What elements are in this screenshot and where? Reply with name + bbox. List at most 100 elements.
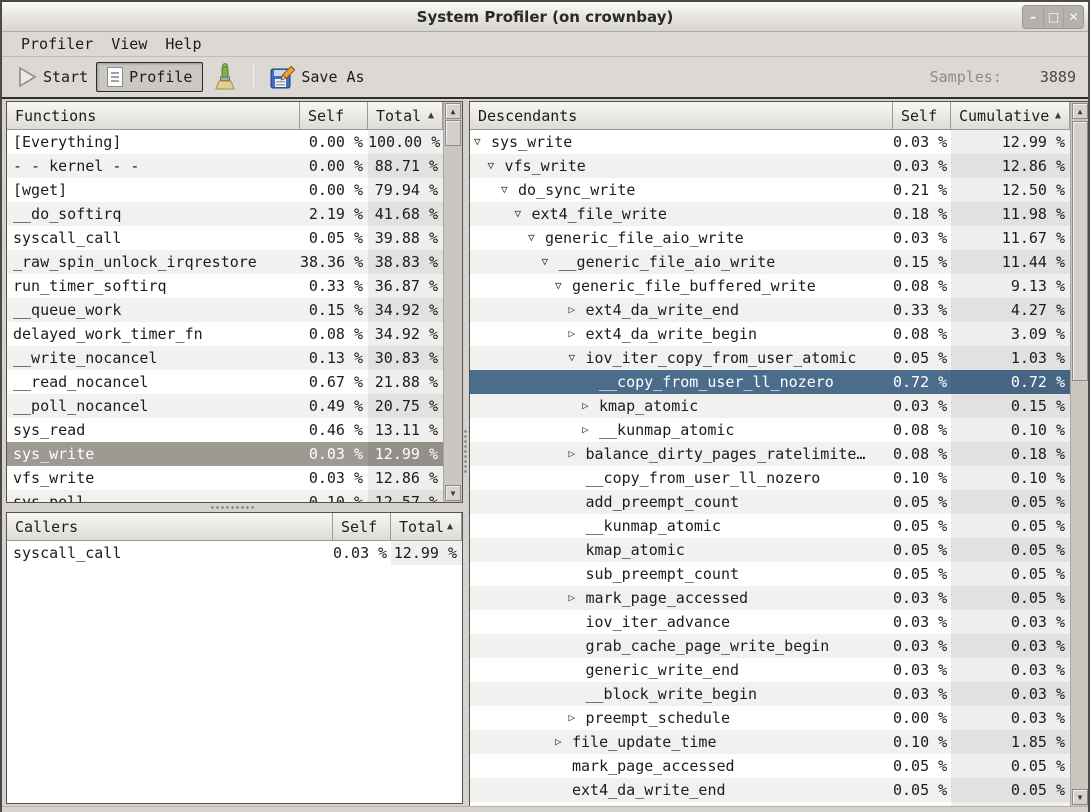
- expander-icon[interactable]: ▷: [569, 706, 576, 730]
- cell-value: 38.83 %: [368, 250, 443, 274]
- expander-icon[interactable]: ▽: [555, 274, 562, 298]
- table-row[interactable]: ▷ext4_da_write_end0.33 %4.27 %: [470, 298, 1070, 322]
- functions-scrollbar[interactable]: ▲ ▼: [443, 102, 462, 502]
- save-as-button[interactable]: Save As: [262, 61, 372, 94]
- table-row[interactable]: add_preempt_count0.05 %0.05 %: [470, 490, 1070, 514]
- table-row[interactable]: grab_cache_page_write_begin0.03 %0.03 %: [470, 634, 1070, 658]
- expander-icon[interactable]: ▷: [569, 442, 576, 466]
- horizontal-splitter-handle[interactable]: [210, 505, 256, 510]
- functions-column-header[interactable]: Functions: [7, 102, 300, 130]
- scrollbar-thumb[interactable]: [1072, 121, 1088, 381]
- scrollbar-thumb[interactable]: [445, 120, 461, 146]
- table-row[interactable]: - - kernel - -0.00 %88.71 %: [7, 154, 443, 178]
- table-row[interactable]: kmap_atomic0.05 %0.05 %: [470, 538, 1070, 562]
- descendants-scrollbar[interactable]: ▲ ▼: [1070, 102, 1089, 806]
- descendants-header: Descendants Self Cumulative ▲: [470, 102, 1089, 130]
- expander-icon[interactable]: ▷: [555, 730, 562, 754]
- table-row[interactable]: vfs_write0.03 %12.86 %: [7, 466, 443, 490]
- table-row[interactable]: ▽do_sync_write0.21 %12.50 %: [470, 178, 1070, 202]
- table-row[interactable]: sys_write0.03 %12.99 %: [7, 442, 443, 466]
- expander-icon[interactable]: ▽: [569, 346, 576, 370]
- table-row[interactable]: delayed_work_timer_fn0.08 %34.92 %: [7, 322, 443, 346]
- table-row[interactable]: [wget]0.00 %79.94 %: [7, 178, 443, 202]
- scroll-up-button[interactable]: ▲: [1072, 103, 1088, 119]
- total-column-header[interactable]: Total ▲: [368, 102, 443, 130]
- expander-icon[interactable]: ▷: [569, 322, 576, 346]
- table-row[interactable]: __queue_work0.15 %34.92 %: [7, 298, 443, 322]
- self-column-header[interactable]: Self: [893, 102, 951, 130]
- table-row[interactable]: sys_poll0.10 %12.57 %: [7, 490, 443, 502]
- self-column-header[interactable]: Self: [300, 102, 368, 130]
- table-row[interactable]: ▽iov_iter_copy_from_user_atomic0.05 %1.0…: [470, 346, 1070, 370]
- titlebar[interactable]: System Profiler (on crownbay) – □ ✕: [2, 2, 1088, 32]
- profile-toggle-button[interactable]: Profile: [96, 62, 203, 92]
- cell-value: 0.05 %: [951, 562, 1070, 586]
- table-row[interactable]: ▽__generic_file_aio_write0.15 %11.44 %: [470, 250, 1070, 274]
- sort-arrow-icon: ▲: [1055, 110, 1061, 121]
- expander-icon[interactable]: ▷: [569, 298, 576, 322]
- table-row[interactable]: run_timer_softirq0.33 %36.87 %: [7, 274, 443, 298]
- close-button[interactable]: ✕: [1063, 6, 1083, 28]
- expander-icon[interactable]: ▽: [501, 178, 508, 202]
- table-row[interactable]: ▷balance_dirty_pages_ratelimite…0.08 %0.…: [470, 442, 1070, 466]
- table-row[interactable]: ▽sys_write0.03 %12.99 %: [470, 130, 1070, 154]
- minimize-button[interactable]: –: [1023, 6, 1043, 28]
- table-row[interactable]: ▷__kunmap_atomic0.08 %0.10 %: [470, 418, 1070, 442]
- start-button[interactable]: Start: [10, 62, 96, 92]
- cumulative-column-header[interactable]: Cumulative ▲: [951, 102, 1070, 130]
- total-column-header[interactable]: Total ▲: [391, 513, 462, 541]
- table-row[interactable]: mark_page_accessed0.05 %0.05 %: [470, 754, 1070, 778]
- scroll-up-button[interactable]: ▲: [445, 103, 461, 119]
- table-row[interactable]: ▽generic_file_aio_write0.03 %11.67 %: [470, 226, 1070, 250]
- table-row[interactable]: __write_nocancel0.13 %30.83 %: [7, 346, 443, 370]
- table-row[interactable]: ▷file_update_time0.10 %1.85 %: [470, 730, 1070, 754]
- reset-button[interactable]: [205, 59, 245, 95]
- expander-icon[interactable]: ▷: [582, 394, 589, 418]
- expander-icon[interactable]: ▽: [515, 202, 522, 226]
- table-row[interactable]: generic_write_end0.03 %0.03 %: [470, 658, 1070, 682]
- table-row[interactable]: __copy_from_user_ll_nozero0.10 %0.10 %: [470, 466, 1070, 490]
- cell-name: __write_nocancel: [13, 346, 158, 370]
- table-row[interactable]: __block_write_begin0.03 %0.03 %: [470, 682, 1070, 706]
- table-row[interactable]: ▽vfs_write0.03 %12.86 %: [470, 154, 1070, 178]
- scroll-down-button[interactable]: ▼: [445, 485, 461, 501]
- menu-help[interactable]: Help: [156, 32, 210, 56]
- table-row[interactable]: iov_iter_advance0.03 %0.03 %: [470, 610, 1070, 634]
- cell-value: 0.03 %: [951, 706, 1070, 730]
- callers-column-header[interactable]: Callers: [7, 513, 333, 541]
- table-row[interactable]: ext4_da_write_end0.05 %0.05 %: [470, 778, 1070, 802]
- descendants-column-header[interactable]: Descendants: [470, 102, 893, 130]
- table-row[interactable]: _raw_spin_unlock_irqrestore38.36 %38.83 …: [7, 250, 443, 274]
- menu-profiler[interactable]: Profiler: [12, 32, 102, 56]
- table-row[interactable]: ▷ext4_da_write_begin0.08 %3.09 %: [470, 322, 1070, 346]
- expander-icon[interactable]: ▽: [474, 130, 481, 154]
- table-row[interactable]: [Everything]0.00 %100.00 %: [7, 130, 443, 154]
- table-row[interactable]: __poll_nocancel0.49 %20.75 %: [7, 394, 443, 418]
- table-row[interactable]: ▷kmap_atomic0.03 %0.15 %: [470, 394, 1070, 418]
- menu-view[interactable]: View: [102, 32, 156, 56]
- expander-icon[interactable]: ▷: [582, 418, 589, 442]
- scroll-down-button[interactable]: ▼: [1072, 789, 1088, 805]
- table-row[interactable]: __do_softirq2.19 %41.68 %: [7, 202, 443, 226]
- table-row[interactable]: syscall_call0.03 %12.99 %: [7, 541, 462, 565]
- table-row[interactable]: sub_preempt_count0.05 %0.05 %: [470, 562, 1070, 586]
- cell-value: 12.50 %: [951, 178, 1070, 202]
- table-row[interactable]: ▽ext4_file_write0.18 %11.98 %: [470, 202, 1070, 226]
- maximize-button[interactable]: □: [1043, 6, 1063, 28]
- table-row[interactable]: ▷preempt_schedule0.00 %0.03 %: [470, 706, 1070, 730]
- expander-icon[interactable]: ▷: [569, 586, 576, 610]
- functions-header: Functions Self Total ▲: [7, 102, 462, 130]
- expander-icon[interactable]: ▽: [542, 250, 549, 274]
- table-row[interactable]: __kunmap_atomic0.05 %0.05 %: [470, 514, 1070, 538]
- expander-icon[interactable]: ▽: [528, 226, 535, 250]
- vertical-splitter-handle[interactable]: [463, 429, 468, 473]
- table-row[interactable]: sys_read0.46 %13.11 %: [7, 418, 443, 442]
- table-row[interactable]: syscall_call0.05 %39.88 %: [7, 226, 443, 250]
- table-row[interactable]: ▽generic_file_buffered_write0.08 %9.13 %: [470, 274, 1070, 298]
- table-row[interactable]: ▷mark_page_accessed0.03 %0.05 %: [470, 586, 1070, 610]
- expander-icon[interactable]: ▽: [488, 154, 495, 178]
- descendants-rows: ▽sys_write0.03 %12.99 %▽vfs_write0.03 %1…: [470, 130, 1070, 806]
- table-row[interactable]: __copy_from_user_ll_nozero0.72 %0.72 %: [470, 370, 1070, 394]
- self-column-header[interactable]: Self: [333, 513, 391, 541]
- table-row[interactable]: __read_nocancel0.67 %21.88 %: [7, 370, 443, 394]
